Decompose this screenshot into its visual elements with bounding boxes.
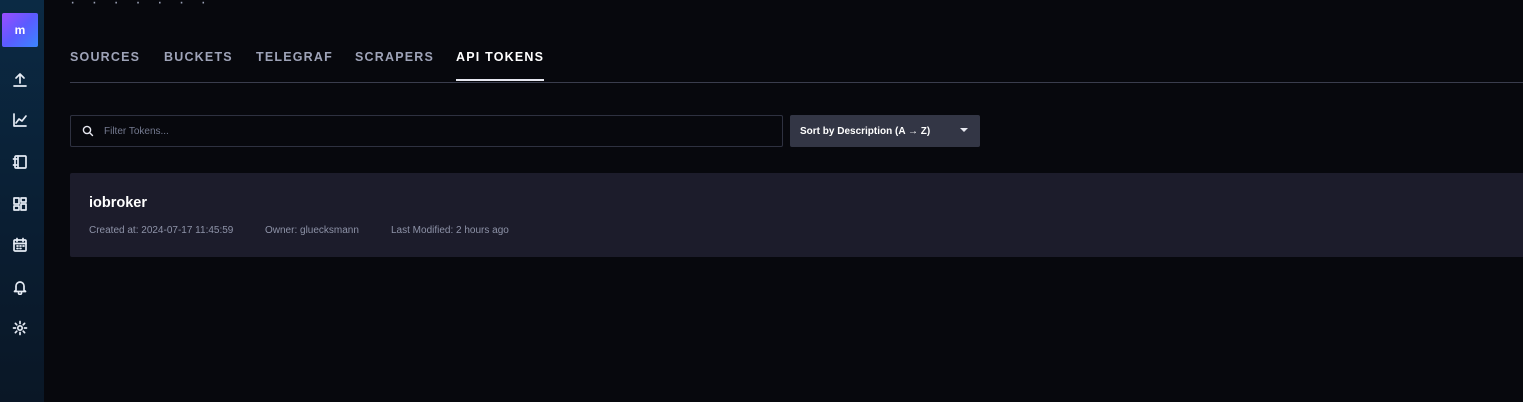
tab-telegraf[interactable]: TELEGRAF	[256, 50, 333, 81]
notebook-icon[interactable]	[11, 153, 29, 171]
tab-api-tokens[interactable]: API TOKENS	[456, 50, 545, 81]
filter-tokens-field[interactable]	[70, 115, 783, 147]
token-last-modified: Last Modified: 2 hours ago	[391, 225, 509, 236]
token-card[interactable]: iobroker Created at: 2024-07-17 11:45:59…	[70, 173, 1523, 257]
caret-down-icon	[960, 128, 968, 132]
bell-icon[interactable]	[11, 278, 29, 296]
token-created: Created at: 2024-07-17 11:45:59	[89, 225, 234, 236]
tab-buckets[interactable]: BUCKETS	[164, 50, 233, 81]
upload-icon[interactable]	[11, 71, 29, 89]
page-title: · · · · · · ·	[70, 0, 212, 4]
sort-label: Sort by Description (A → Z)	[800, 125, 931, 137]
tab-scrapers[interactable]: SCRAPERS	[355, 50, 434, 81]
calendar-icon[interactable]	[11, 236, 29, 254]
token-name[interactable]: iobroker	[89, 195, 147, 211]
tab-sources[interactable]: SOURCES	[70, 50, 140, 81]
token-owner: Owner: gluecksmann	[265, 225, 359, 236]
sidebar: m	[0, 0, 44, 402]
gear-icon[interactable]	[11, 319, 29, 337]
org-avatar[interactable]: m	[2, 13, 38, 47]
sort-dropdown[interactable]: Sort by Description (A → Z)	[790, 115, 980, 147]
filter-tokens-input[interactable]	[102, 124, 706, 138]
load-data-tabs: SOURCES BUCKETS TELEGRAF SCRAPERS API TO…	[70, 50, 1523, 83]
graph-icon[interactable]	[11, 111, 29, 129]
dashboards-icon[interactable]	[11, 195, 29, 213]
search-icon	[82, 125, 94, 137]
